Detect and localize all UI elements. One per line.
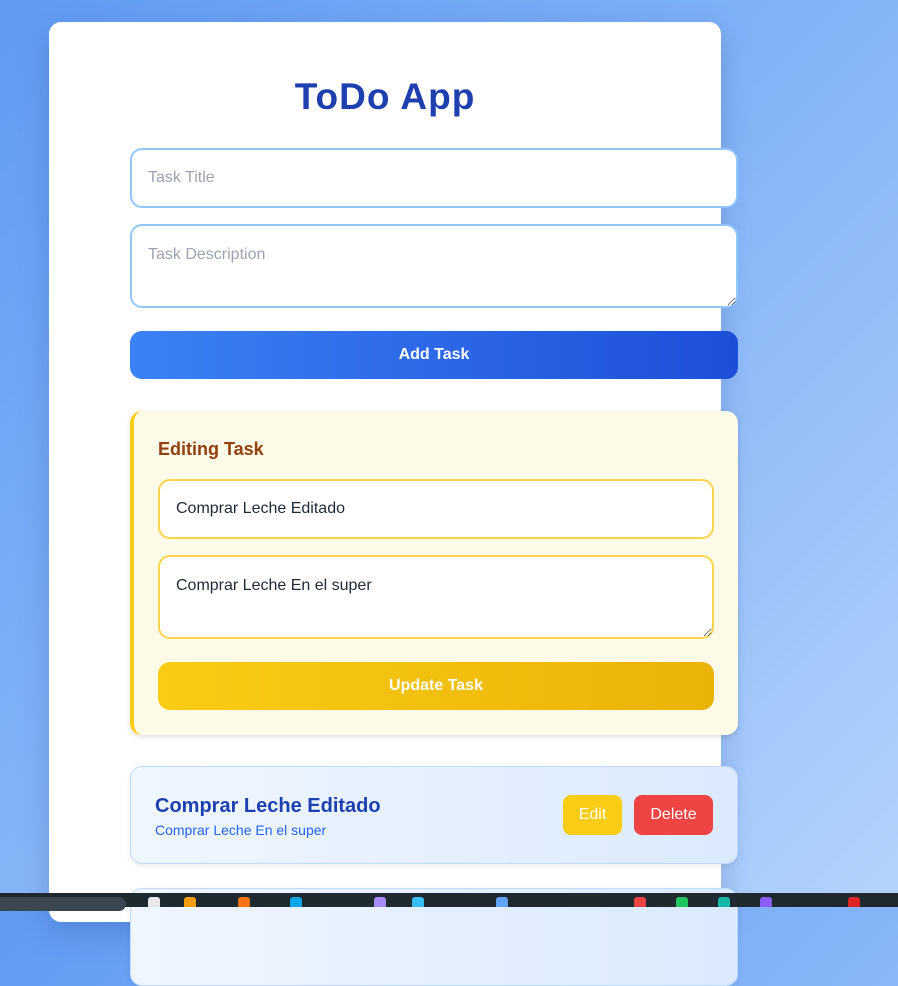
add-task-button[interactable]: Add Task — [130, 331, 738, 379]
taskbar-search-box[interactable] — [0, 897, 126, 911]
taskbar-app-icon[interactable] — [718, 897, 730, 907]
taskbar-app-icon[interactable] — [676, 897, 688, 907]
taskbar-edge-icon[interactable] — [290, 897, 302, 907]
edit-task-panel: Editing Task Comprar Leche En el super U… — [130, 411, 738, 735]
taskbar-browser-icon[interactable] — [238, 897, 250, 907]
edit-task-button[interactable]: Edit — [563, 795, 622, 835]
update-task-button[interactable]: Update Task — [158, 662, 714, 710]
taskbar-notification-icon[interactable] — [848, 897, 860, 907]
os-taskbar — [0, 893, 898, 911]
taskbar-app-icon[interactable] — [374, 897, 386, 907]
task-description-input[interactable] — [130, 224, 738, 308]
taskbar-app-icon[interactable] — [496, 897, 508, 907]
edit-title-input[interactable] — [158, 479, 714, 539]
taskbar-app-icon[interactable] — [634, 897, 646, 907]
task-title-input[interactable] — [130, 148, 738, 208]
taskbar-folder-icon[interactable] — [184, 897, 196, 907]
edit-panel-heading: Editing Task — [158, 439, 264, 459]
app-title: ToDo App — [294, 76, 476, 117]
delete-task-button[interactable]: Delete — [634, 795, 713, 835]
edit-description-input[interactable]: Comprar Leche En el super — [158, 555, 714, 639]
taskbar-app-icon[interactable] — [760, 897, 772, 907]
taskbar-app-icon[interactable] — [412, 897, 424, 907]
todo-card: ToDo App Add Task Editing Task Comprar L… — [49, 22, 738, 986]
task-description: Comprar Leche En el super — [155, 822, 327, 838]
task-title: Comprar Leche Editado — [155, 795, 381, 817]
taskbar-app-icon[interactable] — [148, 897, 160, 907]
task-item: Comprar Leche Editado Comprar Leche En e… — [130, 766, 738, 864]
